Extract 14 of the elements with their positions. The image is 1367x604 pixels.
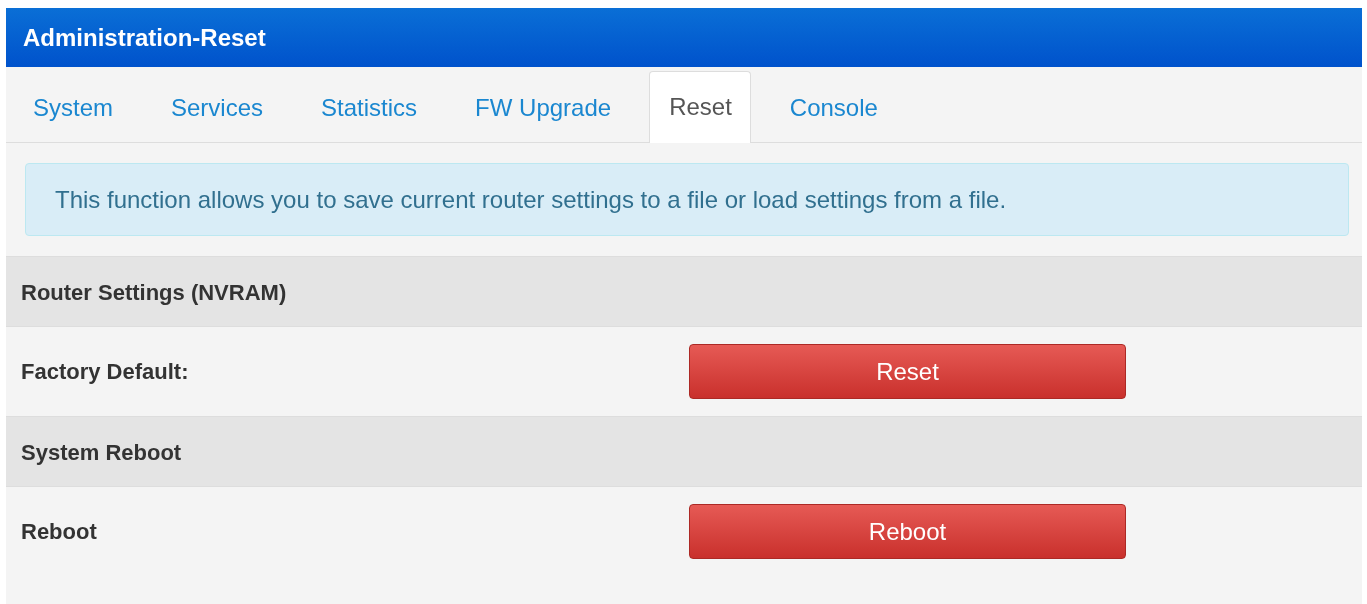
page-title: Administration-Reset	[23, 23, 266, 52]
setting-label: Reboot	[20, 518, 98, 545]
action-button[interactable]: Reboot	[689, 504, 1126, 559]
tab[interactable]: Statistics	[301, 72, 437, 143]
info-alert: This function allows you to save current router settings to a file or load settings from a file.	[25, 163, 1349, 236]
tab[interactable]: FW Upgrade	[455, 72, 631, 143]
action-button[interactable]: Reset	[689, 344, 1126, 399]
tab[interactable]: Console	[769, 72, 897, 143]
tab[interactable]: Reset	[649, 71, 751, 143]
tab[interactable]: System	[13, 72, 132, 143]
section-header: Router Settings (NVRAM)	[6, 256, 1362, 327]
setting-label: Factory Default:	[20, 358, 190, 385]
section-header: System Reboot	[6, 416, 1362, 487]
tab[interactable]: Services	[151, 72, 283, 143]
